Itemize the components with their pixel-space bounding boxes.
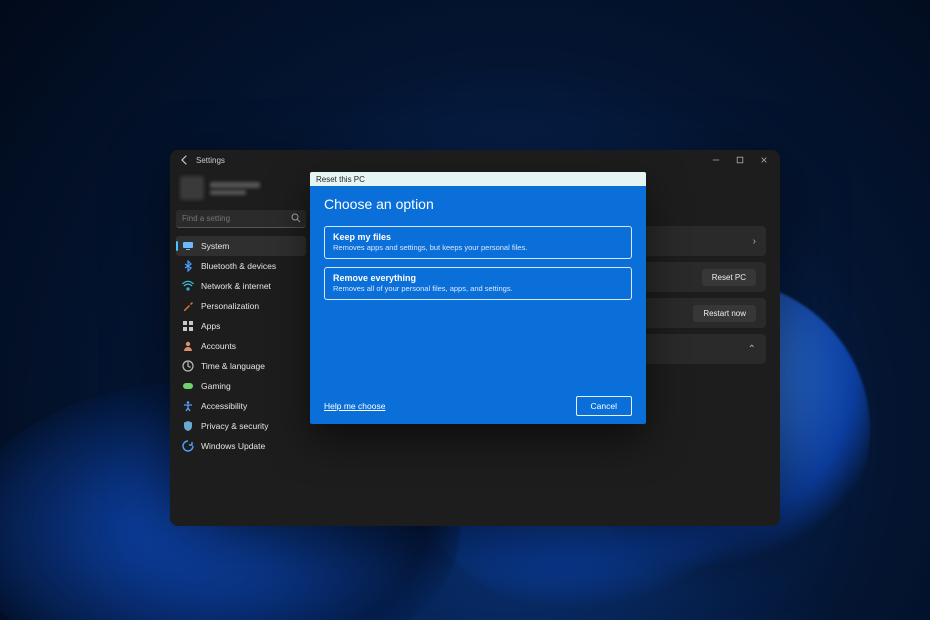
- settings-window: Settings System Bluetooth & devices Networ…: [170, 150, 780, 526]
- sidebar-item-windows-update[interactable]: Windows Update: [176, 436, 306, 456]
- option-desc: Removes all of your personal files, apps…: [333, 284, 623, 293]
- dialog-titlebar: Reset this PC: [310, 172, 646, 186]
- sidebar-item-label: Bluetooth & devices: [201, 261, 276, 271]
- shield-icon: [182, 420, 194, 432]
- sidebar-item-accessibility[interactable]: Accessibility: [176, 396, 306, 416]
- search-box: [176, 210, 306, 228]
- sidebar-item-apps[interactable]: Apps: [176, 316, 306, 336]
- restart-now-button[interactable]: Restart now: [693, 305, 756, 322]
- search-icon: [291, 213, 301, 223]
- sidebar-item-accounts[interactable]: Accounts: [176, 336, 306, 356]
- clock-globe-icon: [182, 360, 194, 372]
- maximize-button[interactable]: [728, 151, 752, 169]
- avatar: [180, 176, 204, 200]
- sidebar-item-label: Accessibility: [201, 401, 247, 411]
- minimize-button[interactable]: [704, 151, 728, 169]
- sidebar-item-time-language[interactable]: Time & language: [176, 356, 306, 376]
- sidebar: System Bluetooth & devices Network & inter…: [170, 170, 312, 526]
- dialog-heading: Choose an option: [324, 196, 632, 212]
- option-keep-files[interactable]: Keep my files Removes apps and settings,…: [324, 226, 632, 259]
- arrow-left-icon: [180, 155, 190, 165]
- sidebar-item-bluetooth-devices[interactable]: Bluetooth & devices: [176, 256, 306, 276]
- accessibility-icon: [182, 400, 194, 412]
- help-me-choose-link[interactable]: Help me choose: [324, 401, 385, 411]
- sidebar-item-label: Accounts: [201, 341, 236, 351]
- game-icon: [182, 380, 194, 392]
- sidebar-item-label: Privacy & security: [201, 421, 269, 431]
- sidebar-item-label: Gaming: [201, 381, 231, 391]
- option-remove-everything[interactable]: Remove everything Removes all of your pe…: [324, 267, 632, 300]
- window-title: Settings: [196, 156, 225, 165]
- monitor-icon: [182, 240, 194, 252]
- back-button[interactable]: [178, 155, 192, 165]
- sidebar-item-system[interactable]: System: [176, 236, 306, 256]
- profile-block[interactable]: [176, 174, 306, 206]
- cancel-button[interactable]: Cancel: [576, 396, 632, 416]
- reset-pc-button[interactable]: Reset PC: [702, 269, 756, 286]
- option-title: Keep my files: [333, 232, 623, 242]
- search-input[interactable]: [176, 210, 306, 228]
- sidebar-item-personalization[interactable]: Personalization: [176, 296, 306, 316]
- chevron-right-icon: ›: [753, 236, 756, 247]
- close-button[interactable]: [752, 151, 776, 169]
- brush-icon: [182, 300, 194, 312]
- nav-list: System Bluetooth & devices Network & inter…: [176, 236, 306, 456]
- wifi-icon: [182, 280, 194, 292]
- person-icon: [182, 340, 194, 352]
- sidebar-item-gaming[interactable]: Gaming: [176, 376, 306, 396]
- chevron-up-icon: ⌃: [748, 344, 756, 355]
- sidebar-item-label: Network & internet: [201, 281, 271, 291]
- sidebar-item-label: Time & language: [201, 361, 265, 371]
- sidebar-item-privacy-security[interactable]: Privacy & security: [176, 416, 306, 436]
- sidebar-item-label: Personalization: [201, 301, 259, 311]
- sidebar-item-label: System: [201, 241, 229, 251]
- option-title: Remove everything: [333, 273, 623, 283]
- window-titlebar: Settings: [170, 150, 780, 170]
- sidebar-item-network-internet[interactable]: Network & internet: [176, 276, 306, 296]
- dialog-title: Reset this PC: [316, 175, 365, 184]
- update-icon: [182, 440, 194, 452]
- bluetooth-icon: [182, 260, 194, 272]
- grid-icon: [182, 320, 194, 332]
- sidebar-item-label: Windows Update: [201, 441, 265, 451]
- option-desc: Removes apps and settings, but keeps you…: [333, 243, 623, 252]
- reset-pc-dialog: Reset this PC Choose an option Keep my f…: [310, 172, 646, 424]
- sidebar-item-label: Apps: [201, 321, 220, 331]
- profile-text: [210, 182, 260, 195]
